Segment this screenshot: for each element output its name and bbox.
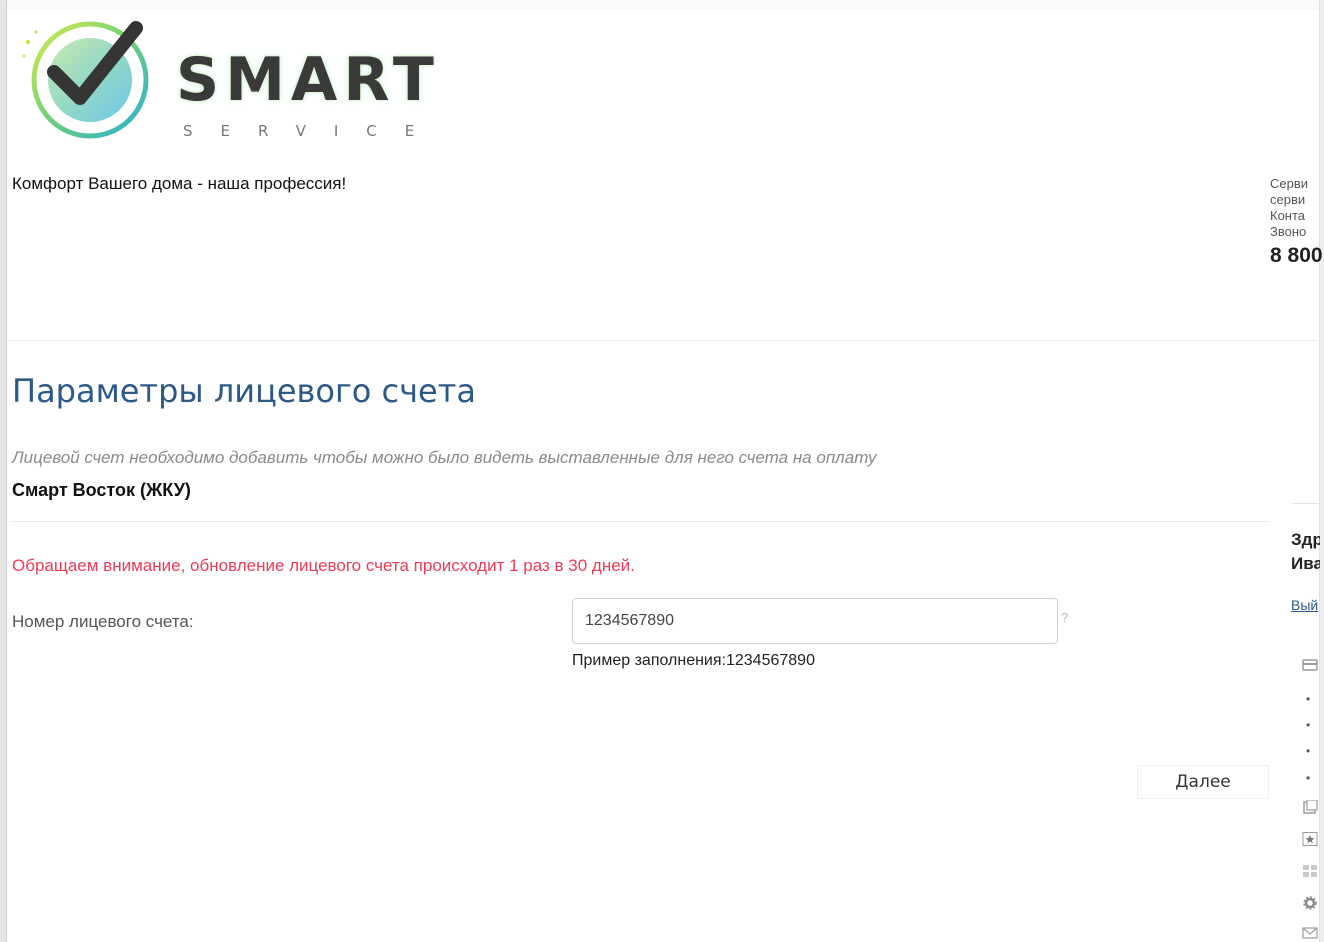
logo-subtitle: SERVICE bbox=[183, 122, 443, 140]
window-right-edge bbox=[1319, 0, 1324, 942]
contact-line-4: Звоно bbox=[1270, 224, 1307, 239]
help-icon[interactable]: ? bbox=[1061, 610, 1068, 625]
greeting-line-2: Ива bbox=[1291, 554, 1320, 573]
window-top-edge bbox=[0, 0, 1324, 10]
content-divider bbox=[12, 521, 1268, 522]
tagline: Комфорт Вашего дома - наша профессия! bbox=[12, 174, 347, 193]
account-number-input[interactable] bbox=[572, 598, 1058, 644]
update-warning: Обращаем внимание, обновление лицевого с… bbox=[12, 556, 635, 575]
check-circle-logo-icon bbox=[22, 21, 149, 139]
next-button[interactable]: Далее bbox=[1137, 765, 1269, 799]
mail-icon[interactable] bbox=[1302, 926, 1318, 940]
fill-example: Пример заполнения:1234567890 bbox=[572, 652, 815, 669]
contact-line-2: серви bbox=[1270, 192, 1306, 207]
document-icon[interactable] bbox=[1302, 800, 1318, 814]
sidebar-divider bbox=[1292, 503, 1320, 504]
contact-line-1: Серви bbox=[1270, 176, 1309, 191]
provider-name: Смарт Восток (ЖКУ) bbox=[12, 480, 191, 500]
window-left-border bbox=[0, 0, 7, 942]
grid-icon[interactable] bbox=[1302, 864, 1318, 878]
contact-phone[interactable]: 8 800 bbox=[1270, 245, 1324, 264]
sidebar-bullet-2[interactable]: • bbox=[1306, 719, 1312, 731]
logo-wordmark: SMART bbox=[176, 45, 440, 115]
header-divider bbox=[6, 340, 1320, 341]
account-hint: Лицевой счет необходимо добавить чтобы м… bbox=[12, 448, 877, 467]
smart-service-logo[interactable]: SMART SERVICE bbox=[18, 14, 438, 140]
user-greeting: Здр Ива bbox=[1291, 528, 1320, 576]
gear-icon[interactable] bbox=[1302, 896, 1318, 910]
sidebar-bullet-4[interactable]: • bbox=[1306, 772, 1312, 784]
contact-line-3: Конта bbox=[1270, 208, 1306, 223]
sidebar-bullet-3[interactable]: • bbox=[1306, 745, 1312, 757]
star-icon[interactable] bbox=[1302, 832, 1318, 846]
account-number-label: Номер лицевого счета: bbox=[12, 612, 194, 631]
greeting-line-1: Здр bbox=[1291, 530, 1320, 549]
logout-link[interactable]: Вый bbox=[1291, 597, 1320, 613]
page-title: Параметры лицевого счета bbox=[12, 372, 476, 410]
card-icon[interactable] bbox=[1302, 658, 1318, 672]
contact-block: Серви серви Конта Звоно 8 800 bbox=[1270, 176, 1324, 264]
sidebar-bullet-1[interactable]: • bbox=[1306, 693, 1312, 705]
